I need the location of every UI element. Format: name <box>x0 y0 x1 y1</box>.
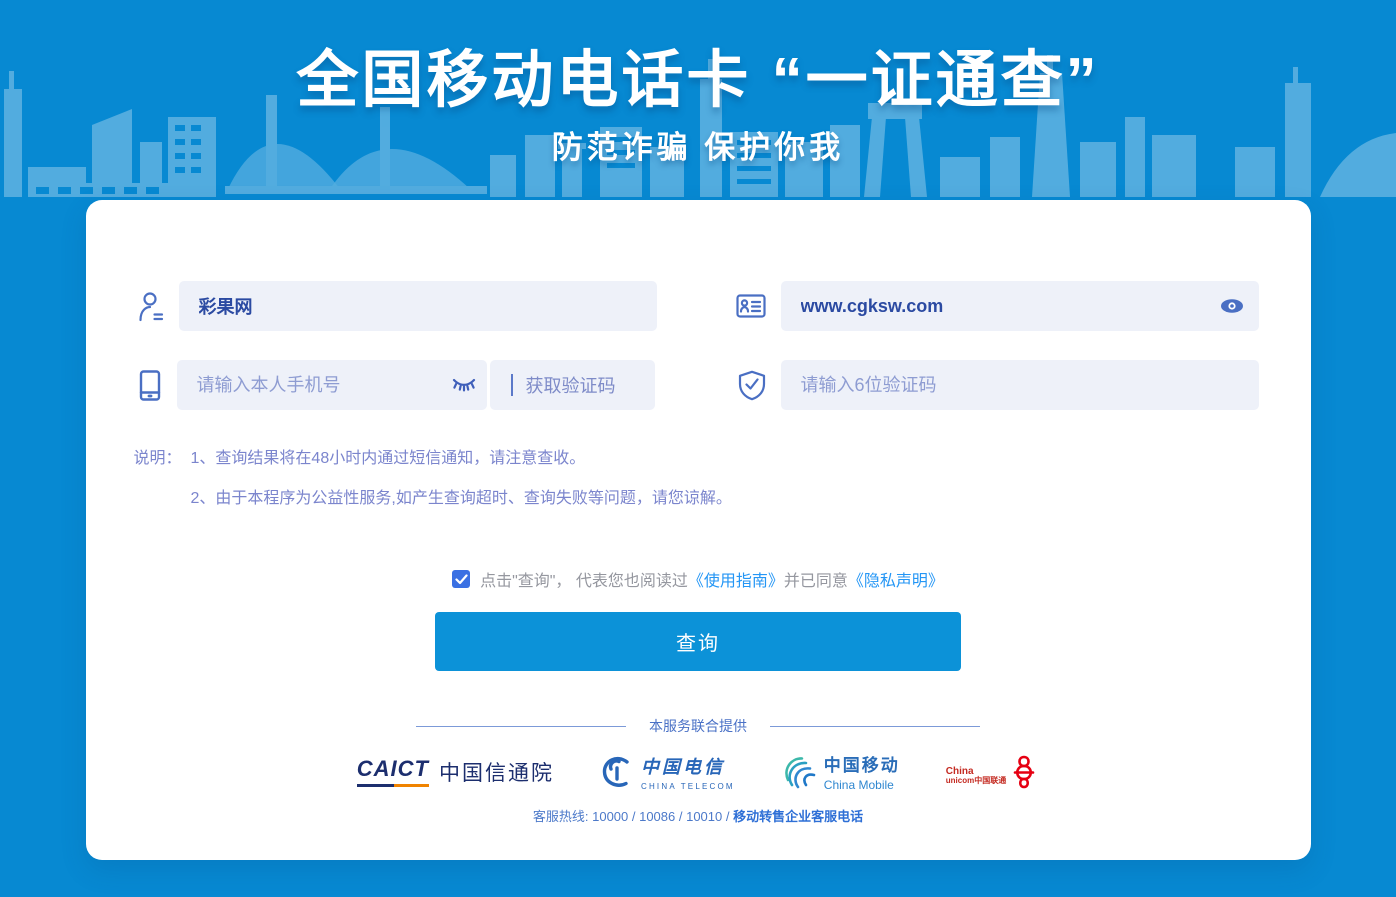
providers-divider: 本服务联合提供 <box>86 716 1311 736</box>
credential-field-group <box>736 281 1259 331</box>
privacy-statement-link[interactable]: 《隐私声明》 <box>848 567 944 591</box>
china-telecom-logo: 中国电信 CHINA TELECOM <box>600 753 735 791</box>
agreement-row: 点击"查询"， 代表您也阅读过 《使用指南》 并已同意 《隐私声明》 <box>86 567 1311 591</box>
china-unicom-logo: China unicom中国联通 <box>946 754 1039 790</box>
usage-guide-link[interactable]: 《使用指南》 <box>688 567 784 591</box>
china-mobile-icon <box>781 754 817 790</box>
divider-bar <box>511 374 513 396</box>
form-row-1 <box>86 281 1311 331</box>
code-field-group <box>738 360 1259 410</box>
provider-logos: CAICT 中国信通院 中国电信 CHINA TELECOM 中国移动 <box>86 751 1311 792</box>
china-unicom-knot-icon <box>1009 754 1039 790</box>
caict-wordmark: CAICT <box>357 756 429 787</box>
hotline-row: 客服热线: 10000 / 10086 / 10010 / 移动转售企业客服电话 <box>86 806 1311 825</box>
hotline-link[interactable]: 移动转售企业客服电话 <box>733 809 863 824</box>
get-sms-code-label: 获取验证码 <box>526 372 616 398</box>
phone-icon <box>138 370 162 401</box>
notes-block: 说明： 1、查询结果将在48小时内通过短信通知，请注意查收。 2、由于本程序为公… <box>86 451 1311 507</box>
form-row-2: 获取验证码 <box>86 360 1311 410</box>
china-mobile-logo: 中国移动 China Mobile <box>781 751 900 792</box>
name-input[interactable] <box>179 281 657 331</box>
page-title: 全国移动电话卡 “一证通查” <box>0 48 1396 113</box>
notes-label: 说明： <box>134 451 182 507</box>
note-item: 2、由于本程序为公益性服务,如产生查询超时、查询失败等问题，请您谅解。 <box>191 491 732 507</box>
sms-code-input[interactable] <box>781 360 1259 410</box>
hotline-text: 客服热线: 10000 / 10086 / 10010 / <box>533 809 733 824</box>
agreement-text-prefix: 点击"查询"， 代表您也阅读过 <box>480 567 688 591</box>
providers-label: 本服务联合提供 <box>649 716 747 736</box>
divider-line <box>416 726 626 727</box>
idcard-icon <box>736 294 766 318</box>
china-telecom-en-name: CHINA TELECOM <box>641 782 735 791</box>
hero-banner: 全国移动电话卡 “一证通查” 防范诈骗 保护你我 <box>0 0 1396 200</box>
china-mobile-en-name: China Mobile <box>824 778 900 792</box>
query-form-card: 获取验证码 说明： 1、查询结果将在48小时内通过短信通知，请注意查收。 2、由… <box>86 200 1311 860</box>
page-subtitle: 防范诈骗 保护你我 <box>0 122 1396 167</box>
agreement-text-middle: 并已同意 <box>784 567 848 591</box>
eye-icon[interactable] <box>1220 299 1244 314</box>
eye-closed-icon[interactable] <box>452 378 476 392</box>
query-button[interactable]: 查询 <box>435 612 961 671</box>
phone-input[interactable] <box>177 360 487 410</box>
notes-items: 1、查询结果将在48小时内通过短信通知，请注意查收。 2、由于本程序为公益性服务… <box>191 451 732 507</box>
china-mobile-cn-name: 中国移动 <box>824 751 900 776</box>
china-telecom-icon <box>600 755 634 789</box>
shield-check-icon <box>738 370 766 401</box>
name-field-group <box>138 281 657 331</box>
note-item: 1、查询结果将在48小时内通过短信通知，请注意查收。 <box>191 451 732 467</box>
china-unicom-cn-name: unicom中国联通 <box>946 777 1006 786</box>
phone-field-group: 获取验证码 <box>138 360 655 410</box>
caict-logo: CAICT 中国信通院 <box>357 756 554 787</box>
divider-line <box>770 726 980 727</box>
credential-input[interactable] <box>781 281 1259 331</box>
get-sms-code-button[interactable]: 获取验证码 <box>490 360 655 410</box>
china-telecom-cn-name: 中国电信 <box>641 753 735 779</box>
user-icon <box>138 291 164 322</box>
agreement-checkbox[interactable] <box>452 570 470 588</box>
caict-cn-name: 中国信通院 <box>439 757 554 787</box>
